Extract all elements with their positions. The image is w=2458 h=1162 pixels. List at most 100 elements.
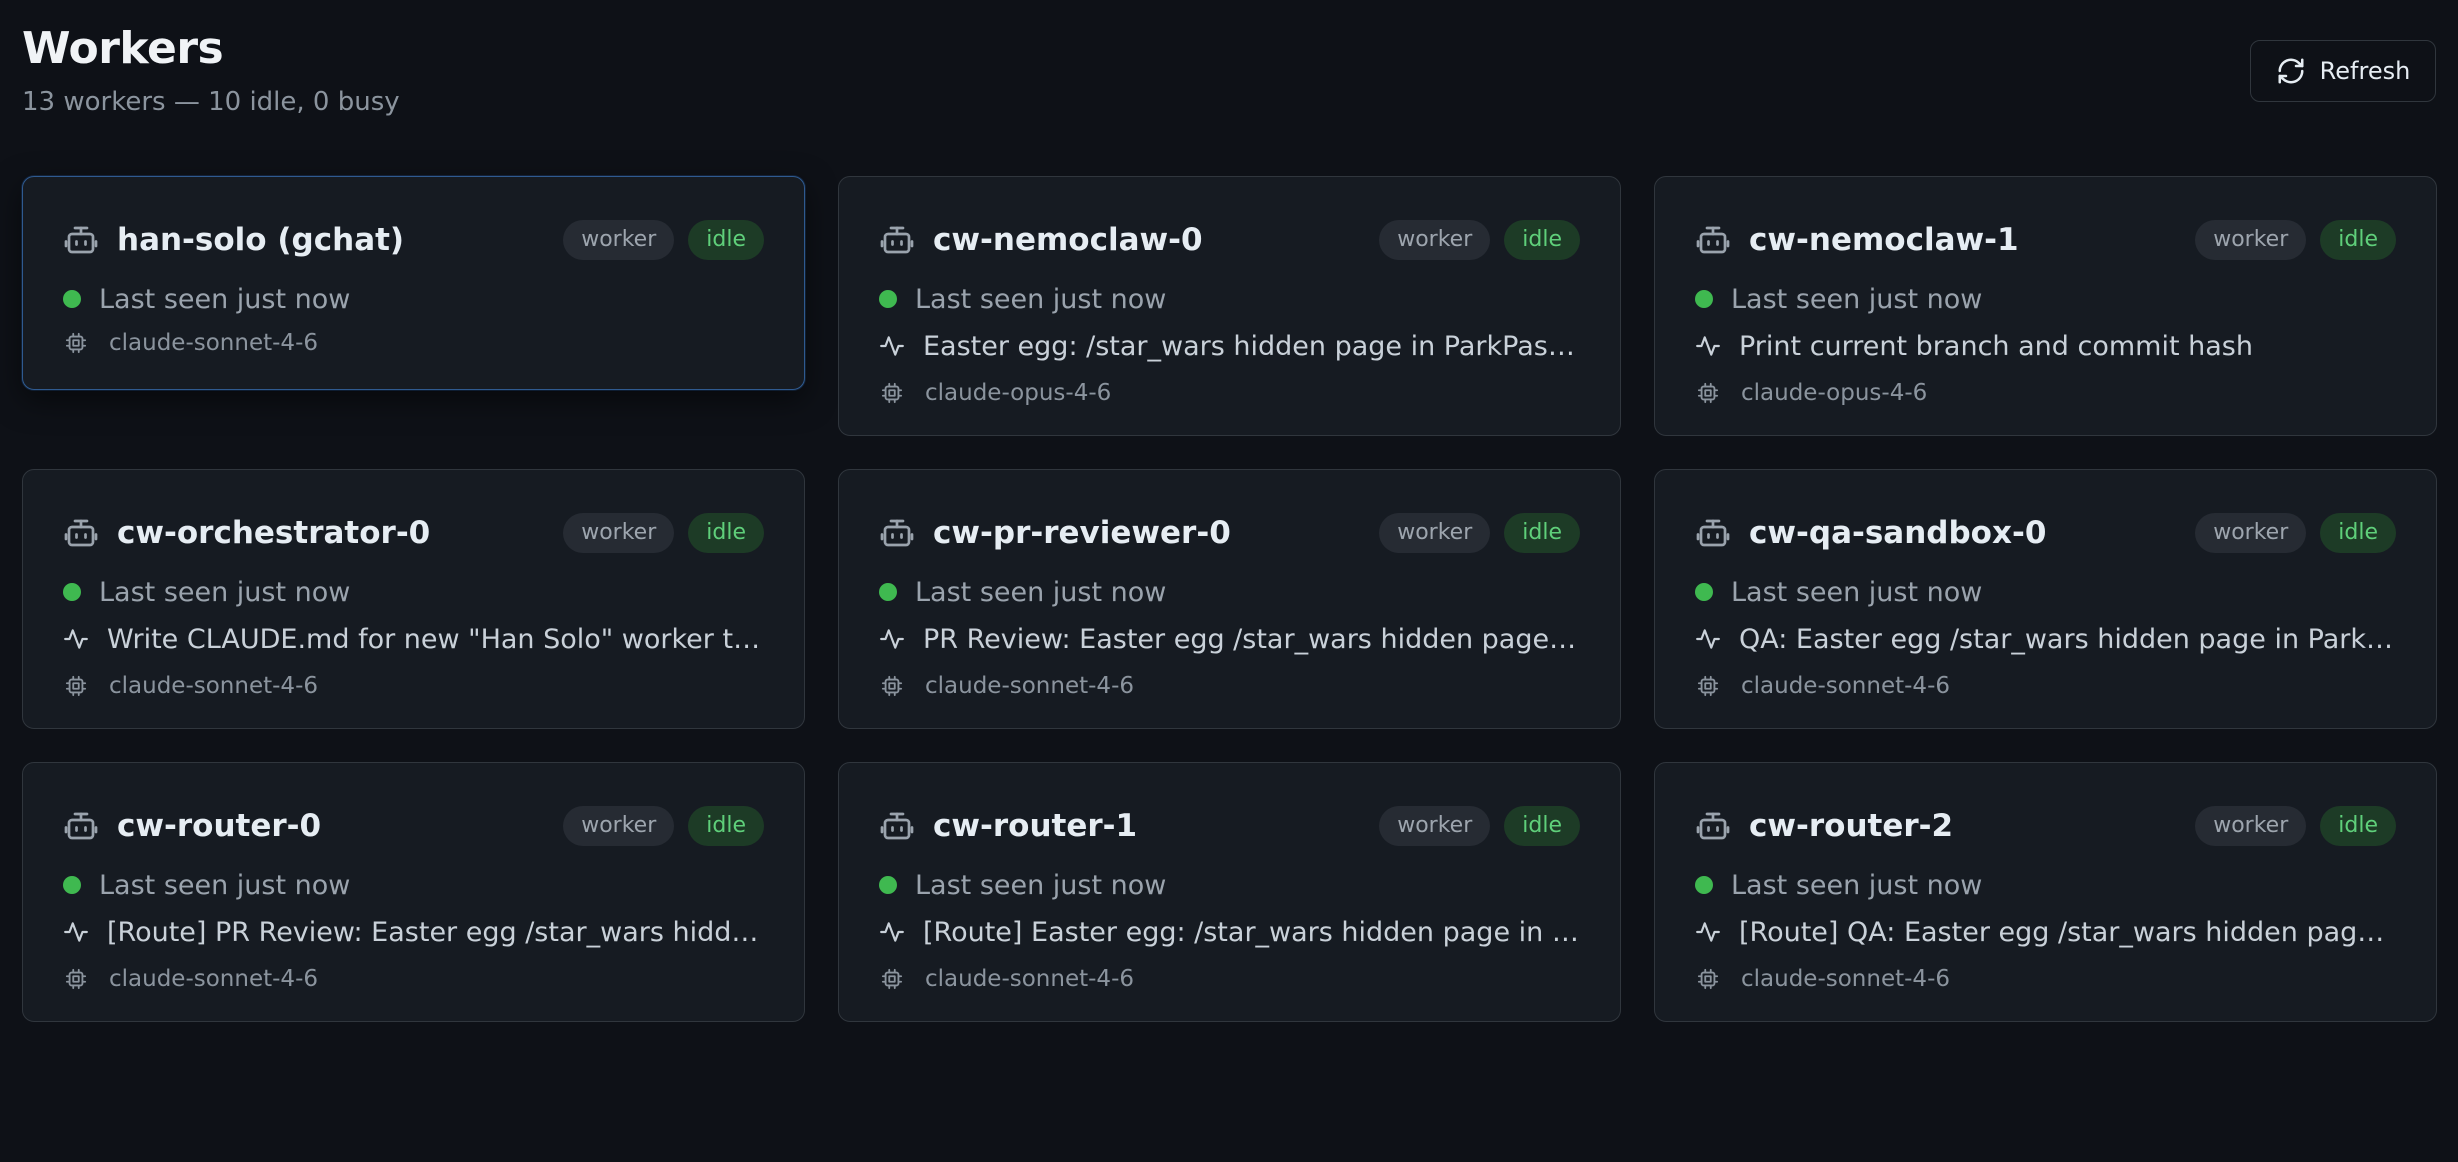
status-badge: idle <box>1504 220 1580 260</box>
online-status-dot <box>1695 583 1713 601</box>
worker-name: cw-router-0 <box>117 808 322 844</box>
last-seen-row: Last seen just now <box>63 863 764 907</box>
cpu-icon <box>65 968 87 990</box>
last-seen-text: Last seen just now <box>915 283 1167 315</box>
worker-name: cw-router-1 <box>933 808 1138 844</box>
worker-name: cw-qa-sandbox-0 <box>1749 515 2047 551</box>
activity-icon <box>880 629 904 649</box>
worker-card[interactable]: cw-qa-sandbox-0 worker idle Last seen ju… <box>1654 469 2437 729</box>
robot-icon <box>64 519 98 547</box>
worker-card-header: cw-orchestrator-0 worker idle <box>63 500 764 566</box>
model-name: claude-sonnet-4-6 <box>1741 673 1950 699</box>
worker-card[interactable]: cw-router-1 worker idle Last seen just n… <box>838 762 1621 1022</box>
current-task-row: [Route] QA: Easter egg /star_wars hidden… <box>1695 907 2396 957</box>
current-task-row: PR Review: Easter egg /star_wars hidden … <box>879 614 1580 664</box>
refresh-button[interactable]: Refresh <box>2250 40 2436 102</box>
worker-card[interactable]: cw-orchestrator-0 worker idle Last seen … <box>22 469 805 729</box>
last-seen-row: Last seen just now <box>879 570 1580 614</box>
last-seen-text: Last seen just now <box>99 576 351 608</box>
model-name: claude-opus-4-6 <box>1741 380 1928 406</box>
worker-card-header: han-solo (gchat) worker idle <box>63 207 764 273</box>
worker-card-header: cw-nemoclaw-0 worker idle <box>879 207 1580 273</box>
model-row: claude-sonnet-4-6 <box>63 664 764 708</box>
online-status-dot <box>63 876 81 894</box>
worker-card-header: cw-qa-sandbox-0 worker idle <box>1695 500 2396 566</box>
robot-icon <box>1696 812 1730 840</box>
page-header: Workers 13 workers — 10 idle, 0 busy <box>22 20 400 120</box>
current-task-row: Easter egg: /star_wars hidden page in Pa… <box>879 321 1580 371</box>
worker-name: cw-pr-reviewer-0 <box>933 515 1231 551</box>
role-badge: worker <box>563 513 675 553</box>
worker-card[interactable]: cw-nemoclaw-0 worker idle Last seen just… <box>838 176 1621 436</box>
role-badge: worker <box>1379 220 1491 260</box>
worker-card[interactable]: cw-router-0 worker idle Last seen just n… <box>22 762 805 1022</box>
online-status-dot <box>1695 290 1713 308</box>
status-badge: idle <box>688 220 764 260</box>
activity-icon <box>880 336 904 356</box>
model-row: claude-sonnet-4-6 <box>63 321 764 365</box>
status-badge: idle <box>688 513 764 553</box>
cpu-icon <box>1697 968 1719 990</box>
current-task-text: [Route] PR Review: Easter egg /star_wars… <box>107 916 764 948</box>
online-status-dot <box>1695 876 1713 894</box>
model-name: claude-opus-4-6 <box>925 380 1112 406</box>
model-name: claude-sonnet-4-6 <box>1741 966 1950 992</box>
last-seen-row: Last seen just now <box>879 277 1580 321</box>
cpu-icon <box>881 968 903 990</box>
worker-card-header: cw-router-0 worker idle <box>63 793 764 859</box>
role-badge: worker <box>1379 806 1491 846</box>
worker-card[interactable]: cw-nemoclaw-1 worker idle Last seen just… <box>1654 176 2437 436</box>
worker-name: han-solo (gchat) <box>117 222 405 258</box>
activity-icon <box>1696 336 1720 356</box>
last-seen-row: Last seen just now <box>63 277 764 321</box>
worker-name: cw-nemoclaw-1 <box>1749 222 2019 258</box>
refresh-icon <box>2278 58 2304 84</box>
current-task-text: Write CLAUDE.md for new "Han Solo" worke… <box>107 623 764 655</box>
robot-icon <box>64 812 98 840</box>
cpu-icon <box>65 332 87 354</box>
model-name: claude-sonnet-4-6 <box>925 673 1134 699</box>
model-name: claude-sonnet-4-6 <box>109 673 318 699</box>
last-seen-text: Last seen just now <box>915 576 1167 608</box>
worker-card[interactable]: han-solo (gchat) worker idle Last seen j… <box>22 176 805 390</box>
worker-name: cw-nemoclaw-0 <box>933 222 1203 258</box>
activity-icon <box>64 629 88 649</box>
refresh-label: Refresh <box>2319 57 2411 85</box>
worker-card-header: cw-router-2 worker idle <box>1695 793 2396 859</box>
current-task-text: PR Review: Easter egg /star_wars hidden … <box>923 623 1580 655</box>
model-row: claude-opus-4-6 <box>1695 371 2396 415</box>
worker-name: cw-router-2 <box>1749 808 1954 844</box>
worker-card[interactable]: cw-router-2 worker idle Last seen just n… <box>1654 762 2437 1022</box>
worker-card-header: cw-router-1 worker idle <box>879 793 1580 859</box>
role-badge: worker <box>1379 513 1491 553</box>
cpu-icon <box>881 675 903 697</box>
robot-icon <box>64 226 98 254</box>
status-badge: idle <box>2320 513 2396 553</box>
page-subtitle: 13 workers — 10 idle, 0 busy <box>22 87 400 117</box>
last-seen-row: Last seen just now <box>1695 863 2396 907</box>
cpu-icon <box>881 382 903 404</box>
activity-icon <box>64 922 88 942</box>
model-name: claude-sonnet-4-6 <box>109 966 318 992</box>
online-status-dot <box>879 583 897 601</box>
role-badge: worker <box>2195 806 2307 846</box>
model-row: claude-sonnet-4-6 <box>879 664 1580 708</box>
status-badge: idle <box>688 806 764 846</box>
worker-card-header: cw-pr-reviewer-0 worker idle <box>879 500 1580 566</box>
worker-grid: han-solo (gchat) worker idle Last seen j… <box>22 176 2438 1022</box>
last-seen-text: Last seen just now <box>99 283 351 315</box>
status-badge: idle <box>1504 513 1580 553</box>
last-seen-text: Last seen just now <box>99 869 351 901</box>
worker-card[interactable]: cw-pr-reviewer-0 worker idle Last seen j… <box>838 469 1621 729</box>
last-seen-row: Last seen just now <box>879 863 1580 907</box>
status-badge: idle <box>2320 806 2396 846</box>
role-badge: worker <box>563 220 675 260</box>
model-row: claude-opus-4-6 <box>879 371 1580 415</box>
current-task-text: [Route] QA: Easter egg /star_wars hidden… <box>1739 916 2396 948</box>
current-task-text: QA: Easter egg /star_wars hidden page in… <box>1739 623 2396 655</box>
last-seen-text: Last seen just now <box>915 869 1167 901</box>
current-task-row: [Route] PR Review: Easter egg /star_wars… <box>63 907 764 957</box>
current-task-row: Write CLAUDE.md for new "Han Solo" worke… <box>63 614 764 664</box>
workers-page: Workers 13 workers — 10 idle, 0 busy Ref… <box>0 0 2458 1162</box>
model-row: claude-sonnet-4-6 <box>1695 957 2396 1001</box>
